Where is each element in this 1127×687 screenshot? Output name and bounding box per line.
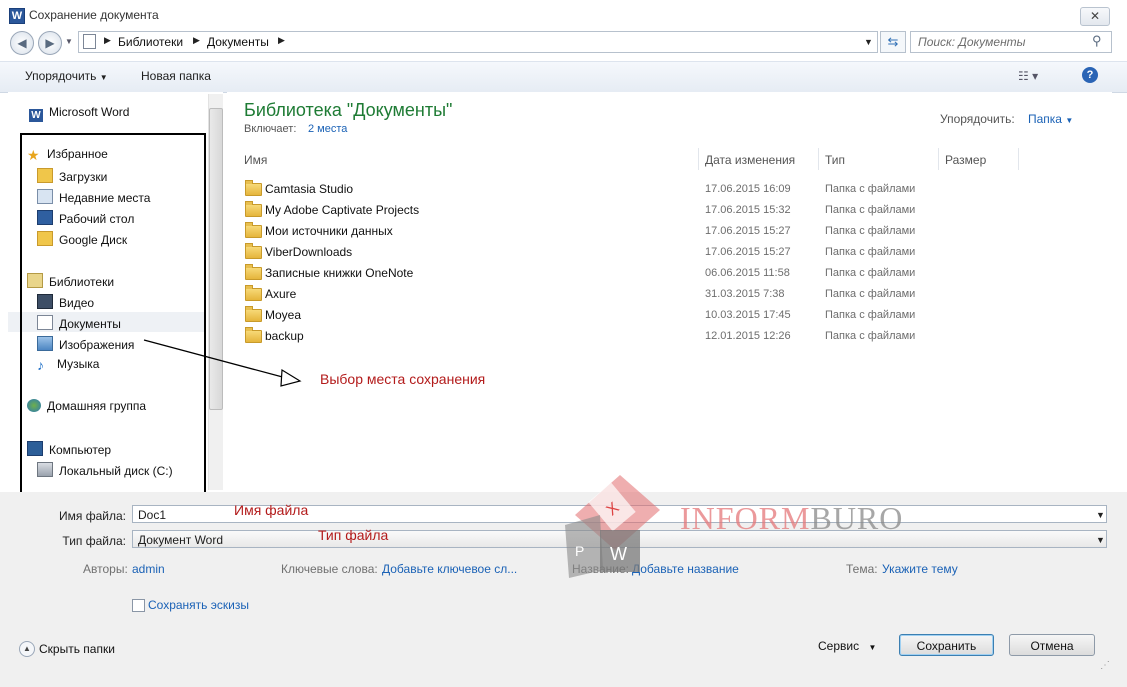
includes-label: Включает: (244, 123, 297, 135)
resize-grip-icon[interactable]: ⋰ (1100, 660, 1110, 671)
authors-field[interactable]: admin (132, 562, 165, 576)
arrange-by-label: Упорядочить: (940, 112, 1015, 126)
file-row-date: 10.03.2015 17:45 (705, 309, 791, 321)
watermark-part1: INFORM (680, 500, 811, 536)
file-row-date: 17.06.2015 15:27 (705, 246, 791, 258)
folder-icon (245, 306, 262, 322)
file-row-date: 17.06.2015 15:32 (705, 204, 791, 216)
breadcrumb-libraries[interactable]: Библиотеки (118, 35, 183, 49)
nav-item-microsoft-word[interactable]: W Microsoft Word (29, 105, 129, 122)
annotation-highlight-box (20, 133, 206, 495)
folder-icon (245, 243, 262, 259)
file-row-type: Папка с файлами (825, 309, 916, 321)
informburo-logo: X P W (565, 475, 660, 578)
title-bar (0, 0, 1127, 30)
chevron-right-icon[interactable]: ▶ (278, 35, 285, 46)
file-row-name[interactable]: Moyea (265, 308, 301, 322)
folder-icon (245, 180, 262, 196)
library-title: Библиотека "Документы" (244, 100, 453, 120)
close-button[interactable]: ✕ (1080, 7, 1110, 26)
column-header-name[interactable]: Имя (244, 153, 267, 167)
page-icon (83, 34, 96, 49)
file-row-type: Папка с файлами (825, 225, 916, 237)
file-list-pane (227, 92, 1112, 492)
file-row-type: Папка с файлами (825, 204, 916, 216)
help-icon[interactable]: ? (1082, 67, 1098, 83)
filename-dropdown-icon[interactable]: ▼ (1096, 510, 1105, 520)
address-dropdown-icon[interactable]: ▼ (864, 37, 873, 47)
column-divider[interactable] (1018, 148, 1019, 170)
file-row-date: 12.01.2015 12:26 (705, 330, 791, 342)
includes-link[interactable]: 2 места (308, 123, 347, 135)
tools-button[interactable]: Сервис ▼ (818, 639, 876, 653)
column-divider[interactable] (938, 148, 939, 170)
search-icon[interactable]: ⚲ (1092, 33, 1102, 49)
keywords-field[interactable]: Добавьте ключевое сл... (382, 562, 517, 576)
history-dropdown-icon[interactable]: ▼ (65, 37, 73, 46)
arrange-by-dropdown[interactable]: Папка ▼ (1028, 112, 1073, 126)
folder-icon (245, 201, 262, 217)
subject-field[interactable]: Укажите тему (882, 562, 958, 576)
cancel-button[interactable]: Отмена (1009, 634, 1095, 656)
back-button[interactable]: ◀ (10, 31, 34, 55)
annotation-arrow (143, 339, 302, 387)
chevron-right-icon[interactable]: ▶ (193, 35, 200, 46)
column-divider[interactable] (818, 148, 819, 170)
window-title: Сохранение документа (29, 8, 159, 22)
word-app-icon: W (9, 8, 25, 24)
subject-label: Тема: (846, 562, 878, 576)
svg-text:W: W (610, 544, 627, 564)
column-divider[interactable] (698, 148, 699, 170)
filetype-label: Тип файла: (62, 534, 126, 548)
view-options-icon[interactable]: ☷ ▾ (1018, 69, 1038, 83)
forward-button[interactable]: ▶ (38, 31, 62, 55)
file-row-date: 31.03.2015 7:38 (705, 288, 785, 300)
file-row-name[interactable]: Мои источники данных (265, 224, 393, 238)
file-row-date: 17.06.2015 15:27 (705, 225, 791, 237)
file-row-name[interactable]: Camtasia Studio (265, 182, 353, 196)
filename-label: Имя файла: (59, 509, 126, 523)
watermark-part2: BURO (810, 500, 904, 536)
file-row-name[interactable]: ViberDownloads (265, 245, 352, 259)
svg-text:P: P (575, 543, 584, 559)
search-placeholder: Поиск: Документы (918, 35, 1026, 49)
annotation-filetype-label: Тип файла (318, 527, 389, 543)
annotation-filename-label: Имя файла (234, 502, 309, 518)
file-row-date: 06.06.2015 11:58 (705, 267, 790, 279)
filetype-dropdown-icon[interactable]: ▼ (1096, 535, 1105, 545)
folder-icon (245, 285, 262, 301)
authors-label: Авторы: (83, 562, 128, 576)
save-thumbnails-label[interactable]: Сохранять эскизы (148, 598, 249, 612)
informburo-watermark: INFORMBURO (680, 500, 903, 537)
file-row-type: Папка с файлами (825, 330, 916, 342)
save-thumbnails-checkbox[interactable] (132, 599, 145, 612)
file-row-name[interactable]: Axure (265, 287, 296, 301)
file-row-date: 17.06.2015 16:09 (705, 183, 791, 195)
folder-icon (245, 264, 262, 280)
new-folder-button[interactable]: Новая папка (141, 69, 211, 83)
file-row-type: Папка с файлами (825, 183, 916, 195)
column-header-size[interactable]: Размер (945, 153, 986, 167)
chevron-right-icon[interactable]: ▶ (104, 35, 111, 46)
file-row-name[interactable]: My Adobe Captivate Projects (265, 203, 419, 217)
refresh-button[interactable]: ⇆ (880, 31, 906, 53)
organize-button[interactable]: Упорядочить ▼ (25, 69, 108, 83)
column-header-date[interactable]: Дата изменения (705, 153, 795, 167)
keywords-label: Ключевые слова: (281, 562, 378, 576)
data-sources-folder-icon (245, 222, 262, 238)
file-row-type: Папка с файлами (825, 267, 916, 279)
word-icon: W (29, 109, 43, 122)
file-row-name[interactable]: Записные книжки OneNote (265, 266, 413, 280)
save-button[interactable]: Сохранить (899, 634, 994, 656)
file-row-type: Папка с файлами (825, 288, 916, 300)
annotation-location-label: Выбор места сохранения (320, 371, 486, 387)
hide-folders-button[interactable]: Скрыть папки (39, 642, 115, 656)
breadcrumb-documents[interactable]: Документы (207, 35, 269, 49)
chevron-up-icon[interactable]: ▲ (19, 641, 35, 657)
column-header-type[interactable]: Тип (825, 153, 845, 167)
file-row-type: Папка с файлами (825, 246, 916, 258)
